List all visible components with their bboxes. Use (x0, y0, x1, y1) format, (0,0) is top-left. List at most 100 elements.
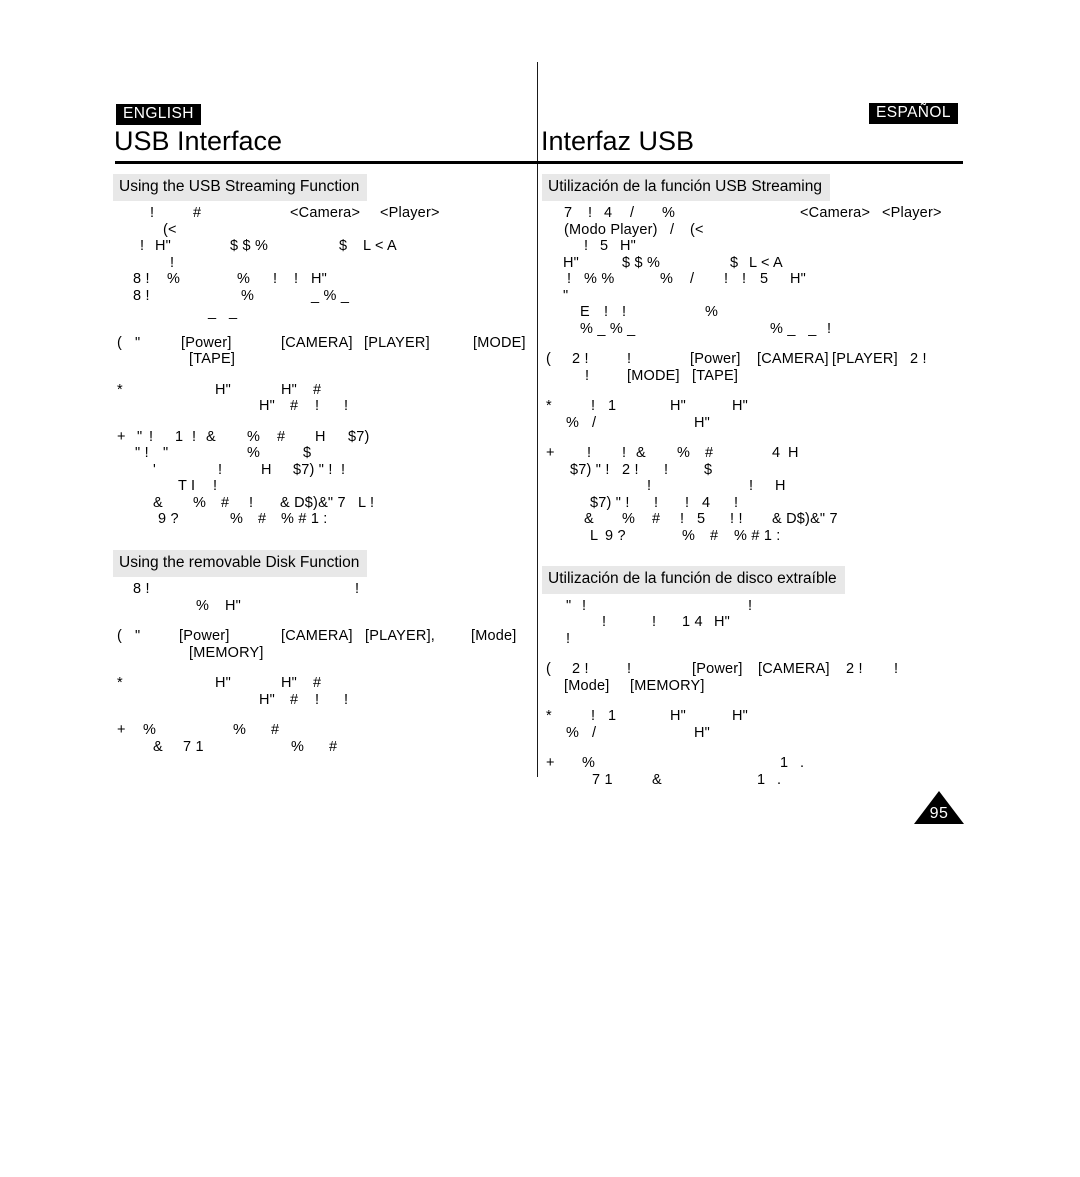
text-line: _ _ (113, 304, 543, 321)
body-paragraph: (2 !! [Power] [CAMERA] 2 !! [Mode] [MEMORY] (542, 661, 972, 694)
text-line: % / H" (542, 415, 972, 432)
glyph-fragment: # (290, 691, 299, 708)
glyph-fragment: ! (566, 630, 571, 647)
glyph-fragment: / (630, 205, 635, 222)
glyph-fragment: $7) " ! (293, 461, 333, 478)
text-line: 8 !! (113, 581, 543, 598)
glyph-fragment: & (206, 428, 216, 445)
page-number-label: 95 (929, 805, 949, 822)
glyph-fragment: & D$)&" 7 (280, 494, 346, 511)
section-heading-label: Utilización de la función USB Streaming (542, 174, 830, 202)
glyph-fragment: [MEMORY] (630, 677, 705, 694)
text-line: ! # <Camera> <Player> (113, 205, 543, 222)
section-heading: Utilización de la función USB Streaming (542, 174, 972, 202)
glyph-fragment: H (788, 445, 799, 462)
column-english: Using the USB Streaming Function! # <Camer… (113, 174, 543, 755)
text-line: (" [Power] [CAMERA] [PLAYER] [MODE] (113, 335, 543, 352)
glyph-fragment: ! (344, 398, 349, 415)
text-line: !! 1 4 H" (542, 614, 972, 631)
glyph-fragment: 2 ! (910, 351, 927, 368)
glyph-fragment: H" (311, 271, 328, 288)
glyph-fragment: H" (281, 381, 298, 398)
glyph-fragment: $ (730, 254, 739, 271)
glyph-fragment: # (290, 398, 299, 415)
glyph-fragment: [Power] (692, 661, 743, 678)
glyph-fragment: 2 ! (572, 351, 589, 368)
glyph-fragment: ! (749, 478, 754, 495)
glyph-fragment: % # 1 : (281, 511, 328, 528)
glyph-fragment: + (117, 722, 126, 739)
glyph-fragment: % (237, 271, 251, 288)
glyph-fragment: # (221, 494, 230, 511)
text-line: ! (113, 255, 543, 272)
text-line: *! 1 H" H" (542, 398, 972, 415)
text-line: 7 1 & 1. (542, 772, 972, 789)
glyph-fragment: H" (281, 675, 298, 692)
glyph-fragment: ! (149, 428, 154, 445)
glyph-fragment: ! (218, 461, 223, 478)
glyph-fragment: 9 ? (605, 527, 626, 544)
section-heading-label: Using the removable Disk Function (113, 549, 368, 578)
glyph-fragment: ! (192, 428, 197, 445)
glyph-fragment: H" (694, 724, 711, 741)
glyph-fragment: ! (647, 478, 652, 495)
glyph-fragment: <Player> (380, 205, 440, 222)
glyph-fragment: 1 4 (682, 614, 703, 631)
body-paragraph: * H" H" # H" #!! (113, 675, 543, 708)
glyph-fragment: ! (827, 320, 832, 337)
glyph-fragment: * (546, 398, 552, 415)
glyph-fragment: H (261, 461, 272, 478)
glyph-fragment: & (584, 511, 594, 528)
glyph-fragment: [PLAYER] (832, 351, 898, 368)
glyph-fragment: . (800, 755, 805, 772)
glyph-fragment: L < A (363, 238, 397, 255)
glyph-fragment: 5 (600, 238, 609, 255)
text-line: +%% # (113, 722, 543, 739)
text-line: ! H" $ $ % $ L < A (113, 238, 543, 255)
glyph-fragment: ! (627, 661, 632, 678)
body-paragraph: *! 1 H" H"% / H" (542, 708, 972, 741)
text-line: H" $ $ % $ L < A (542, 255, 972, 272)
glyph-fragment: % (291, 738, 305, 755)
text-line: [Mode] [MEMORY] (542, 678, 972, 695)
text-line: 8 !%%!! H" (113, 271, 543, 288)
glyph-fragment: ! (685, 494, 690, 511)
glyph-fragment: H (775, 478, 786, 495)
glyph-fragment: % (705, 304, 719, 321)
text-line: (Modo Player) / (< (542, 222, 972, 239)
glyph-fragment: 2 ! (572, 661, 589, 678)
language-badge-english: ENGLISH (116, 104, 201, 126)
body-paragraph: ! # <Camera> <Player> (<! H" $ $ % $ L < A! 8 !%%… (113, 205, 543, 321)
glyph-fragment: ! (680, 511, 685, 528)
glyph-fragment: ! (652, 614, 657, 631)
glyph-fragment: 8 ! (133, 581, 150, 598)
glyph-fragment: <Camera> (800, 205, 871, 222)
glyph-fragment: " (135, 628, 141, 645)
page-title-spanish: Interfaz USB (541, 126, 695, 156)
glyph-fragment: & (153, 738, 163, 755)
glyph-fragment: 4 (772, 445, 781, 462)
glyph-fragment: 1 (608, 708, 617, 725)
glyph-fragment: H" (670, 708, 687, 725)
text-line: E!!% (542, 304, 972, 321)
glyph-fragment: H" (259, 398, 276, 415)
glyph-fragment: 7 1 (592, 771, 613, 788)
glyph-fragment: H" (225, 597, 242, 614)
glyph-fragment: # (313, 675, 322, 692)
glyph-fragment: # (652, 511, 661, 528)
glyph-fragment: 1 (780, 755, 789, 772)
text-line: &% #! 5 ! ! & D$)&" 7 (542, 511, 972, 528)
text-line: * H" H" # (113, 675, 543, 692)
text-line: (2 !! [Power] [CAMERA] 2 !! (542, 661, 972, 678)
text-line: [MEMORY] (113, 645, 543, 662)
glyph-fragment: ! (584, 238, 589, 255)
glyph-fragment: <Camera> (290, 205, 361, 222)
glyph-fragment: ! (170, 254, 175, 271)
glyph-fragment: ! (622, 445, 627, 462)
glyph-fragment: [CAMERA] (281, 334, 353, 351)
glyph-fragment: [CAMERA] (281, 628, 353, 645)
glyph-fragment: ! (294, 271, 299, 288)
glyph-fragment: H" (215, 675, 232, 692)
glyph-fragment: ! (742, 271, 747, 288)
glyph-fragment: % (677, 445, 691, 462)
